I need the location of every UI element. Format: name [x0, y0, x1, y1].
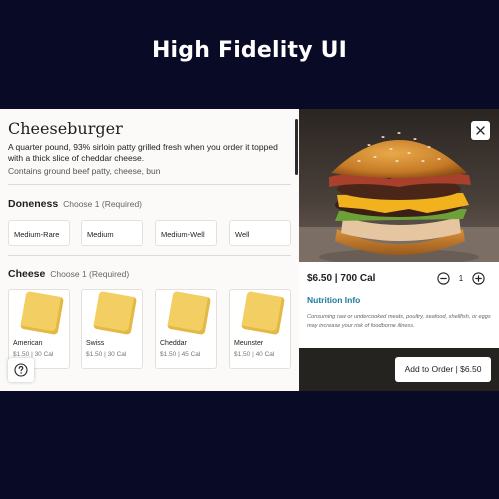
cheese-option-american[interactable]: American $1.50 | 30 Cal: [8, 289, 70, 369]
doneness-heading: Doneness Choose 1 (Required): [8, 198, 142, 210]
divider: [8, 255, 291, 256]
nutrition-info-link[interactable]: Nutrition Info: [307, 295, 360, 305]
cheese-option-meta: $1.50 | 40 Cal: [234, 351, 275, 358]
cheese-option-name: American: [13, 340, 43, 347]
cheese-option-name: Swiss: [86, 340, 105, 347]
doneness-option-medium-well[interactable]: Medium-Well: [155, 220, 217, 246]
cheese-slice-image: [166, 290, 212, 336]
cheese-slice-image: [240, 290, 286, 336]
add-to-order-button[interactable]: Add to Order | $6.50: [395, 357, 491, 382]
cheese-option-meta: $1.50 | 30 Cal: [13, 351, 54, 358]
cheese-option-swiss[interactable]: Swiss $1.50 | 30 Cal: [81, 289, 143, 369]
doneness-subtitle: Choose 1 (Required): [63, 199, 143, 209]
doneness-option-well[interactable]: Well: [229, 220, 291, 246]
item-contains: Contains ground beef patty, cheese, bun: [8, 166, 161, 176]
minus-circle-icon[interactable]: [437, 272, 450, 285]
cheese-option-name: Meunster: [234, 340, 264, 347]
price-calories: $6.50 | 700 Cal: [307, 273, 376, 284]
cheese-title: Cheese: [8, 268, 46, 280]
cheese-slice-image: [92, 290, 138, 336]
item-modal: Cheeseburger A quarter pound, 93% sirloi…: [0, 109, 499, 391]
divider: [8, 184, 291, 185]
cheese-option-meunster[interactable]: Meunster $1.50 | 40 Cal: [229, 289, 291, 369]
close-button[interactable]: [471, 121, 490, 140]
cheese-option-meta: $1.50 | 45 Cal: [160, 351, 201, 358]
item-description: A quarter pound, 93% sirloin patty grill…: [8, 142, 278, 163]
doneness-title: Doneness: [8, 198, 59, 210]
cheese-option-meta: $1.50 | 30 Cal: [86, 351, 127, 358]
order-panel: $6.50 | 700 Cal 1 Nutrition Info Consumi…: [299, 109, 499, 391]
cheese-subtitle: Choose 1 (Required): [50, 269, 130, 279]
cheese-option-cheddar[interactable]: Cheddar $1.50 | 45 Cal: [155, 289, 217, 369]
help-circle-icon: [14, 363, 28, 377]
cheese-slice-image: [19, 290, 65, 336]
plus-circle-icon[interactable]: [472, 272, 485, 285]
foodborne-illness-warning: Consuming raw or undercooked meats, poul…: [307, 314, 491, 329]
doneness-option-medium[interactable]: Medium: [81, 220, 143, 246]
scrollbar[interactable]: [295, 119, 298, 175]
help-button[interactable]: [8, 358, 34, 382]
order-footer: Add to Order | $6.50: [299, 348, 499, 391]
page-heading: High Fidelity UI: [151, 38, 348, 63]
item-title: Cheeseburger: [8, 119, 123, 138]
burger-image: [299, 109, 499, 262]
quantity-value: 1: [458, 274, 464, 283]
cheese-heading: Cheese Choose 1 (Required): [8, 268, 129, 280]
cheese-option-name: Cheddar: [160, 340, 187, 347]
item-details-panel: Cheeseburger A quarter pound, 93% sirloi…: [0, 109, 299, 391]
close-icon: [476, 126, 485, 135]
doneness-option-medium-rare[interactable]: Medium-Rare: [8, 220, 70, 246]
